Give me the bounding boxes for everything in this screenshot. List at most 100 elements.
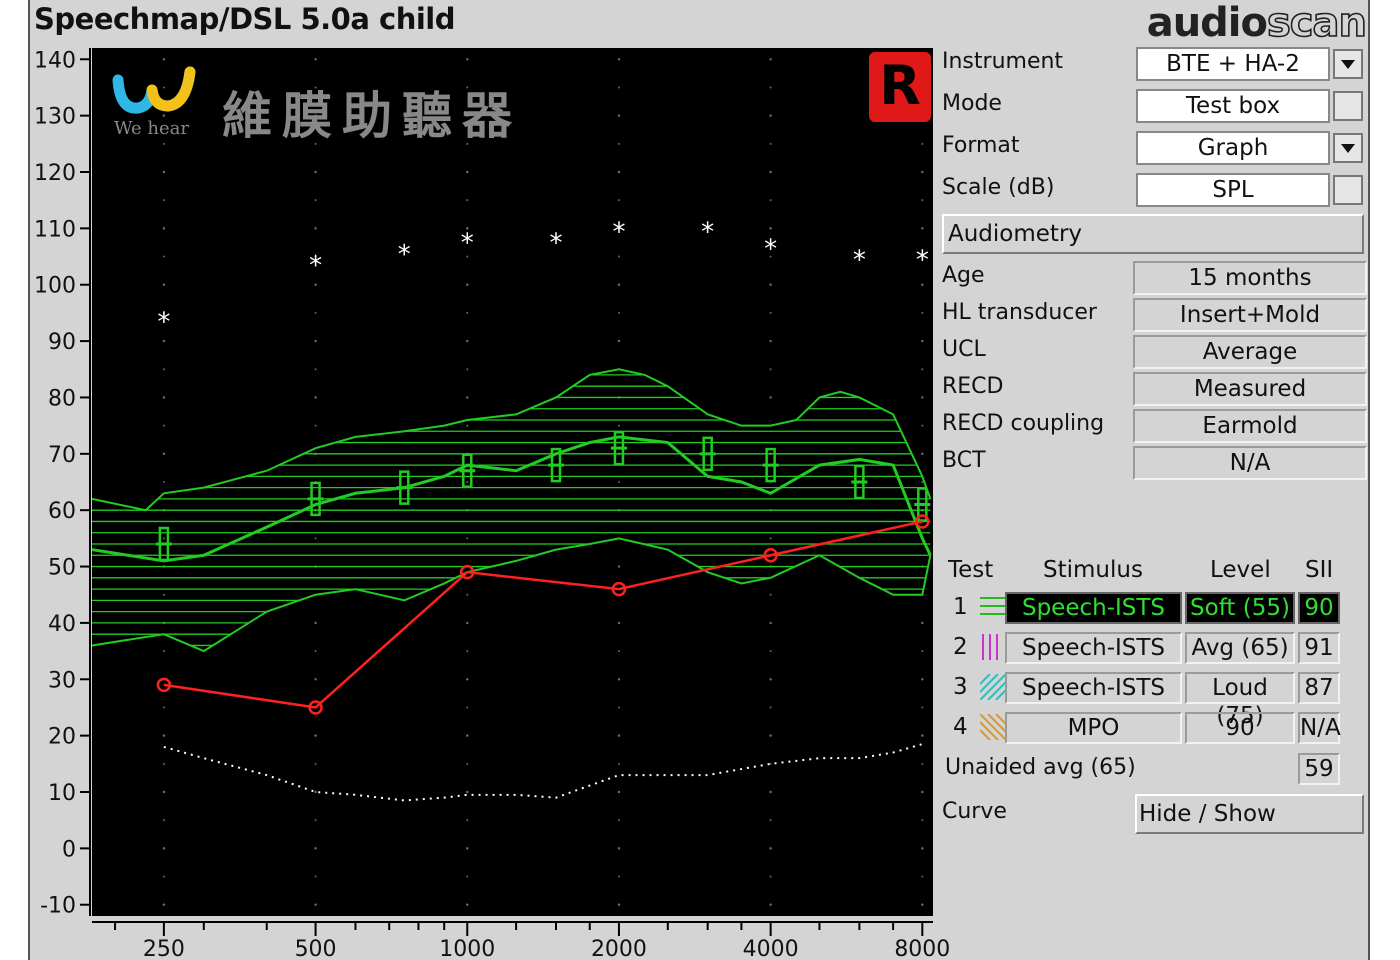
test-4-diagonal-lines-icon bbox=[980, 714, 1006, 740]
grid-dot bbox=[162, 819, 165, 822]
x-tick-label: 500 bbox=[295, 937, 337, 960]
grid-dot bbox=[314, 368, 317, 371]
grid-dot bbox=[921, 875, 924, 878]
grid-dot bbox=[314, 762, 317, 765]
grid-dot bbox=[314, 791, 317, 793]
grid-dot bbox=[162, 875, 165, 878]
scale-field[interactable]: SPL bbox=[1136, 173, 1330, 207]
recd-value[interactable]: Measured bbox=[1133, 372, 1367, 406]
grid-dot bbox=[162, 734, 165, 737]
grid-dot bbox=[769, 847, 772, 850]
grid-dot bbox=[769, 791, 772, 793]
grid-dot bbox=[466, 593, 469, 596]
grid-dot bbox=[162, 424, 165, 427]
audiometry-button[interactable]: Audiometry bbox=[942, 214, 1364, 254]
grid-dot bbox=[921, 903, 924, 906]
grid-dot bbox=[617, 255, 620, 258]
format-dropdown-arrow-icon[interactable] bbox=[1333, 133, 1363, 163]
grid-dot bbox=[314, 847, 317, 850]
x-tick-label: 2000 bbox=[591, 937, 647, 960]
test-3-stimulus[interactable]: Speech-ISTS bbox=[1005, 672, 1182, 704]
grid-dot bbox=[921, 424, 924, 427]
grid-dot bbox=[617, 706, 620, 709]
y-tick-label: 0 bbox=[62, 837, 76, 862]
grid-dot bbox=[162, 791, 165, 793]
format-label: Format bbox=[942, 133, 1020, 158]
grid-dot bbox=[617, 142, 620, 145]
hide-show-button[interactable]: Hide / Show bbox=[1135, 794, 1364, 834]
grid-dot bbox=[769, 678, 772, 681]
grid-dot bbox=[466, 537, 469, 540]
mode-field[interactable]: Test box bbox=[1136, 89, 1330, 123]
grid-dot bbox=[314, 819, 317, 822]
ucl-asterisk: * bbox=[398, 240, 411, 270]
grid-dot bbox=[162, 368, 165, 371]
right-ear-badge[interactable]: R bbox=[869, 52, 931, 122]
grid-dot bbox=[769, 114, 772, 117]
test-3-level[interactable]: Loud (75) bbox=[1185, 672, 1295, 729]
test-2-level[interactable]: Avg (65) bbox=[1185, 632, 1295, 664]
grid-dot bbox=[921, 227, 924, 230]
test-4-stimulus[interactable]: MPO bbox=[1005, 712, 1182, 744]
recd-label: RECD bbox=[942, 374, 1004, 399]
grid-dot bbox=[769, 311, 772, 314]
grid-dot bbox=[769, 368, 772, 371]
grid-dot bbox=[921, 481, 924, 483]
grid-dot bbox=[769, 621, 772, 624]
ucl-asterisk: * bbox=[612, 217, 625, 247]
y-tick-label: 110 bbox=[34, 217, 76, 242]
test-4-level[interactable]: 90 bbox=[1185, 712, 1295, 744]
hl-transducer-value[interactable]: Insert+Mold bbox=[1133, 298, 1367, 332]
grid-dot bbox=[466, 58, 469, 61]
grid-dot bbox=[617, 171, 620, 173]
grid-dot bbox=[314, 537, 317, 540]
instrument-field[interactable]: BTE + HA-2 bbox=[1136, 47, 1330, 81]
grid-dot bbox=[466, 819, 469, 822]
grid-dot bbox=[769, 593, 772, 596]
ucl-asterisk: * bbox=[853, 246, 866, 276]
ucl-asterisk: * bbox=[461, 229, 474, 259]
grid-dot bbox=[314, 340, 317, 343]
y-tick-label: -10 bbox=[40, 894, 76, 919]
grid-dot bbox=[466, 481, 469, 483]
wehear-logo-icon bbox=[112, 66, 196, 114]
grid-dot bbox=[617, 283, 620, 286]
grid-dot bbox=[466, 311, 469, 314]
grid-dot bbox=[314, 424, 317, 427]
y-tick-label: 40 bbox=[48, 612, 76, 637]
grid-dot bbox=[162, 452, 165, 455]
grid-dot bbox=[466, 650, 469, 653]
format-field[interactable]: Graph bbox=[1136, 131, 1330, 165]
grid-dot bbox=[769, 762, 772, 765]
y-tick-label: 20 bbox=[48, 725, 76, 750]
grid-dot bbox=[162, 847, 165, 850]
grid-dot bbox=[769, 142, 772, 145]
grid-dot bbox=[769, 340, 772, 343]
grid-dot bbox=[921, 650, 924, 653]
y-tick-label: 140 bbox=[34, 48, 76, 73]
age-value[interactable]: 15 months bbox=[1133, 261, 1367, 295]
ucl-value[interactable]: Average bbox=[1133, 335, 1367, 369]
test-2-stimulus[interactable]: Speech-ISTS bbox=[1005, 632, 1182, 664]
plot-background bbox=[92, 48, 933, 916]
test-1-stimulus[interactable]: Speech-ISTS bbox=[1005, 592, 1182, 624]
mode-checkbox[interactable] bbox=[1333, 91, 1363, 121]
brand-logo: audioscan bbox=[1146, 0, 1368, 47]
test-3-sii: 87 bbox=[1298, 672, 1340, 704]
scale-checkbox[interactable] bbox=[1333, 175, 1363, 205]
grid-dot bbox=[921, 199, 924, 202]
test-1-level[interactable]: Soft (55) bbox=[1185, 592, 1295, 624]
bct-value[interactable]: N/A bbox=[1133, 446, 1367, 480]
grid-dot bbox=[921, 678, 924, 681]
brand-audio: audio bbox=[1146, 0, 1268, 46]
recd-coupling-value[interactable]: Earmold bbox=[1133, 409, 1367, 443]
grid-dot bbox=[921, 847, 924, 850]
grid-dot bbox=[769, 819, 772, 822]
grid-dot bbox=[162, 227, 165, 230]
instrument-dropdown-arrow-icon[interactable] bbox=[1333, 49, 1363, 79]
y-axis: 1401301201101009080706050403020100-10 bbox=[34, 48, 91, 919]
grid-dot bbox=[162, 283, 165, 286]
grid-dot bbox=[769, 396, 772, 399]
grid-dot bbox=[314, 734, 317, 737]
grid-dot bbox=[617, 86, 620, 89]
